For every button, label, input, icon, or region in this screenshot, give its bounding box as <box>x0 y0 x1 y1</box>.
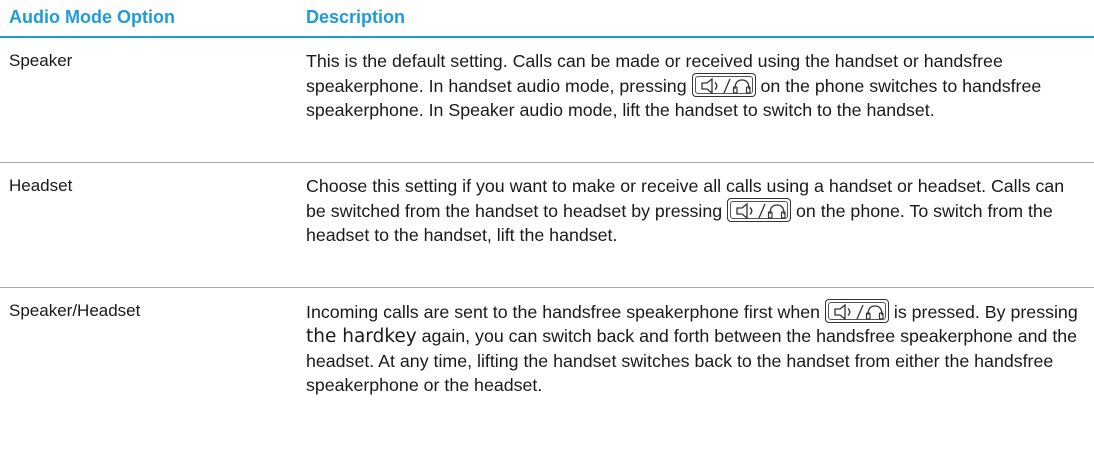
table-row-headset: Headset Choose this setting if you want … <box>0 163 1094 288</box>
speaker-headset-key-icon <box>691 73 756 97</box>
option-headset: Headset <box>9 176 73 195</box>
hardkey-text: the hardkey <box>306 326 417 347</box>
table-row-speaker: Speaker This is the default setting. Cal… <box>0 38 1094 163</box>
description-speaker: This is the default setting. Calls can b… <box>306 38 1088 162</box>
description-text: Incoming calls are sent to the handsfree… <box>306 302 820 322</box>
audio-mode-table: Audio Mode Option Description Speaker Th… <box>0 0 1094 404</box>
description-headset: Choose this setting if you want to make … <box>306 163 1088 287</box>
description-speaker-headset: Incoming calls are sent to the handsfree… <box>306 288 1088 404</box>
header-audio-mode-option: Audio Mode Option <box>9 7 175 27</box>
speaker-headset-key-icon <box>824 299 889 323</box>
option-speaker: Speaker <box>9 51 73 70</box>
option-speaker-headset: Speaker/Headset <box>9 301 141 320</box>
description-text: is pressed. By pressing <box>893 302 1078 322</box>
table-header: Audio Mode Option Description <box>0 0 1094 38</box>
table-row-speaker-headset: Speaker/Headset Incoming calls are sent … <box>0 288 1094 404</box>
header-description: Description <box>306 7 406 27</box>
speaker-headset-key-icon <box>727 198 792 222</box>
description-text: again, you can switch back and forth bet… <box>306 326 1078 395</box>
